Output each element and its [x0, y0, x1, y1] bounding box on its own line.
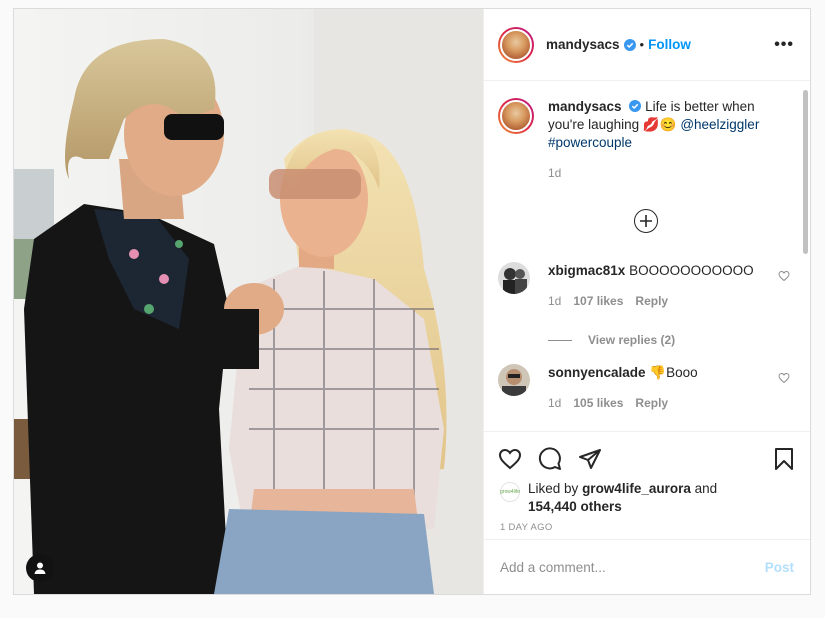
add-comment-input[interactable]	[500, 559, 765, 575]
comment-avatar[interactable]	[498, 262, 530, 294]
comment-text: 👎Booo	[649, 365, 698, 380]
user-tag-icon	[34, 562, 46, 574]
comment-item: sonnyencalade 👎Booo 1d 105 likes Reply	[498, 364, 796, 410]
comment-avatar[interactable]	[498, 364, 530, 396]
load-more-comments-button[interactable]	[634, 209, 658, 233]
comment-likes[interactable]: 107 likes	[573, 294, 623, 308]
liked-by-user-link[interactable]: grow4life_aurora	[582, 481, 691, 496]
add-comment-bar: Post	[484, 539, 810, 594]
photo-illustration	[14, 9, 483, 594]
comment-text: BOOOOOOOOOOO	[629, 263, 754, 278]
author-username[interactable]: mandysacs	[546, 37, 620, 52]
post-photo[interactable]	[14, 9, 483, 594]
heart-icon[interactable]	[498, 447, 522, 471]
post-caption: mandysacs Life is better when you're lau…	[484, 82, 810, 182]
caption-body: mandysacs Life is better when you're lau…	[548, 98, 790, 182]
post-side-panel: mandysacs • Follow ••• mandysacs Life is…	[483, 9, 810, 594]
comment-reply-button[interactable]: Reply	[635, 294, 668, 308]
post-header: mandysacs • Follow •••	[484, 9, 810, 81]
comment-icon[interactable]	[538, 447, 562, 471]
user-tag-button[interactable]	[26, 554, 54, 582]
comments-list[interactable]: mandysacs Life is better when you're lau…	[484, 82, 810, 431]
caption-hashtag-link[interactable]: #powercouple	[548, 135, 632, 150]
post-container: mandysacs • Follow ••• mandysacs Life is…	[13, 8, 811, 595]
comment-likes[interactable]: 105 likes	[573, 396, 623, 410]
liker-avatar[interactable]: grow4life	[500, 482, 520, 502]
caption-mention-link[interactable]: @heelziggler	[680, 117, 759, 132]
likes-summary: grow4life Liked by grow4life_aurora and …	[484, 476, 810, 516]
view-replies-label: View replies (2)	[588, 333, 676, 347]
separator-dot: •	[639, 37, 645, 52]
author-avatar[interactable]	[498, 26, 534, 63]
comment-time[interactable]: 1d	[548, 396, 561, 410]
caption-username[interactable]: mandysacs	[548, 99, 622, 114]
bookmark-icon[interactable]	[772, 447, 796, 471]
more-options-button[interactable]: •••	[774, 36, 794, 52]
post-timestamp[interactable]: 1 DAY AGO	[484, 516, 810, 533]
caption-time[interactable]: 1d	[548, 164, 790, 182]
comment-like-heart-icon[interactable]	[778, 372, 790, 384]
view-replies-line	[548, 339, 572, 341]
liked-by-prefix: Liked by	[528, 481, 579, 496]
verified-badge-icon	[629, 100, 642, 112]
comment-reply-button[interactable]: Reply	[635, 396, 668, 410]
comments-scrollbar[interactable]	[803, 90, 808, 254]
action-icons-row	[484, 432, 810, 476]
post-comment-button[interactable]: Post	[765, 560, 794, 575]
comment-time[interactable]: 1d	[548, 294, 561, 308]
follow-button[interactable]: Follow	[648, 37, 691, 52]
caption-emoji: 💋😊	[642, 117, 677, 132]
caption-avatar[interactable]	[498, 98, 534, 134]
verified-badge-icon	[623, 38, 636, 51]
comment-item: xbigmac81x BOOOOOOOOOOO 1d 107 likes Rep…	[498, 262, 796, 308]
share-icon[interactable]	[578, 447, 602, 471]
view-replies-button[interactable]: View replies (2)	[548, 333, 675, 347]
comment-username[interactable]: sonnyencalade	[548, 365, 646, 380]
comment-username[interactable]: xbigmac81x	[548, 263, 625, 278]
comment-like-heart-icon[interactable]	[778, 270, 790, 282]
plus-circle-icon	[640, 215, 652, 227]
liked-by-others-link[interactable]: 154,440 others	[528, 499, 622, 514]
liked-by-and: and	[694, 481, 718, 496]
